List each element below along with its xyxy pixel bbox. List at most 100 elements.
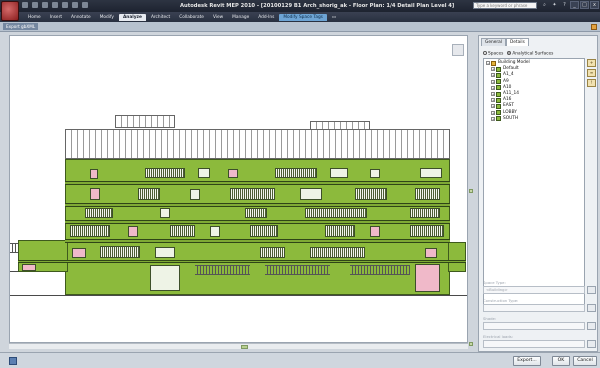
electrical-loads-label: Electrical loads: [483,334,514,339]
window-opening [72,248,86,258]
tab-insert[interactable]: Insert [46,14,66,21]
railing [10,243,18,253]
expand-icon[interactable]: + [491,79,495,84]
tab-view[interactable]: View [209,14,227,21]
scroll-down-arrow[interactable] [469,342,473,346]
analytical-surfaces-radio[interactable]: Analytical Surfaces [507,51,553,57]
tab-architect[interactable]: Architect [147,14,174,21]
redo-icon[interactable] [52,2,58,8]
window-opening [250,225,278,237]
tab-collaborate[interactable]: Collaborate [175,14,208,21]
window-opening [70,225,110,237]
space-type-browse-button[interactable] [587,286,596,294]
window-opening [190,189,200,200]
tab-manage[interactable]: Manage [228,14,253,21]
window-opening [22,264,36,271]
info-icon[interactable] [9,357,17,365]
tab-modify[interactable]: Modify [96,14,118,21]
shade-field[interactable] [483,322,585,330]
construction-type-field[interactable] [483,304,585,312]
expand-icon[interactable]: + [491,85,495,90]
scroll-thumb[interactable] [241,345,248,349]
binoculars-icon[interactable]: ⌕ [541,2,548,9]
tab-details[interactable]: Details [505,38,529,46]
horizontal-scrollbar[interactable] [9,343,468,349]
help-icon[interactable]: ? [561,2,568,9]
window-opening [260,247,285,258]
undo-icon[interactable] [42,2,48,8]
window-opening [425,248,437,258]
zone-icon [496,110,501,116]
zone-icon [496,97,501,103]
collapse-icon[interactable]: − [486,61,490,66]
electrical-loads-browse-button[interactable] [587,340,596,348]
window-opening [415,188,440,200]
level-line [10,271,18,272]
edit-zone-icon[interactable]: ≡ [587,69,596,77]
window-opening [90,169,98,179]
tab-analyze[interactable]: Analyze [118,13,146,21]
expand-icon[interactable]: + [491,92,495,97]
window-opening [160,208,170,218]
shade-browse-button[interactable] [587,322,596,330]
quick-access-toolbar [22,2,88,8]
window-opening [325,225,355,237]
ribbon-minimize-icon[interactable]: ▭ [328,14,340,21]
minimize-button[interactable]: _ [570,1,579,9]
open-icon[interactable] [22,2,28,8]
expand-icon[interactable]: + [491,73,495,78]
title-bar: Autodesk Revit MEP 2010 - [20100129 B1 A… [0,0,600,21]
window-opening [245,208,267,218]
close-button[interactable]: x [590,1,599,9]
floor-band [18,260,466,263]
window-opening [410,208,440,218]
expand-icon[interactable]: + [491,98,495,103]
railing [350,265,410,275]
spaces-radio[interactable]: Spaces [483,51,503,57]
tag-icon[interactable] [72,2,78,8]
tab-home[interactable]: Home [24,14,45,21]
3d-preview-canvas[interactable] [9,35,468,343]
space-type-field[interactable]: <Building> [483,286,585,294]
roof-screen [115,115,175,128]
tab-annotate[interactable]: Annotate [67,14,95,21]
window-opening [420,168,442,178]
ground-line [10,295,467,296]
tree-item[interactable]: + SOUTH [486,116,582,122]
window-opening [305,208,367,218]
expand-icon[interactable]: + [491,104,495,109]
electrical-loads-field[interactable] [483,340,585,348]
save-icon[interactable] [32,2,38,8]
construction-type-browse-button[interactable] [587,304,596,312]
maximize-button[interactable]: □ [580,1,589,9]
expand-icon[interactable]: + [491,116,495,121]
warning-icon[interactable]: ! [587,79,596,87]
model-tree[interactable]: − Building Model + Default + A1_4 + A9 + A10 … [483,58,585,306]
ok-button[interactable]: OK [552,356,570,366]
export-button[interactable]: Export... [513,356,541,366]
zone-icon [496,103,501,109]
application-menu-button[interactable] [1,1,19,21]
expand-icon[interactable]: + [491,110,495,115]
window-opening [210,226,220,237]
viewcube-icon[interactable] [452,44,464,56]
measure-icon[interactable] [62,2,68,8]
tab-general[interactable]: General [481,38,506,46]
analytical-surfaces-radio-dot[interactable] [507,51,512,55]
window-opening [370,169,380,178]
cancel-button[interactable]: Cancel [573,356,597,366]
add-zone-icon[interactable]: + [587,59,596,67]
tab-add-ins[interactable]: Add-Ins [254,14,278,21]
wing-surface-right [448,242,466,272]
dialog-title: Export gbXML [3,23,39,30]
scroll-right-arrow[interactable] [469,189,473,193]
expand-icon[interactable]: + [491,67,495,72]
star-icon[interactable]: ✦ [551,2,558,9]
tab-modify-space-tags[interactable]: Modify Space Tags [279,13,327,21]
spaces-radio-dot[interactable] [483,51,487,55]
3d-view-icon[interactable] [82,2,88,8]
window-opening [415,264,440,292]
zone-icon [496,91,501,97]
zone-icon [496,79,501,85]
help-search-input[interactable]: Type a keyword or phrase [473,2,537,9]
